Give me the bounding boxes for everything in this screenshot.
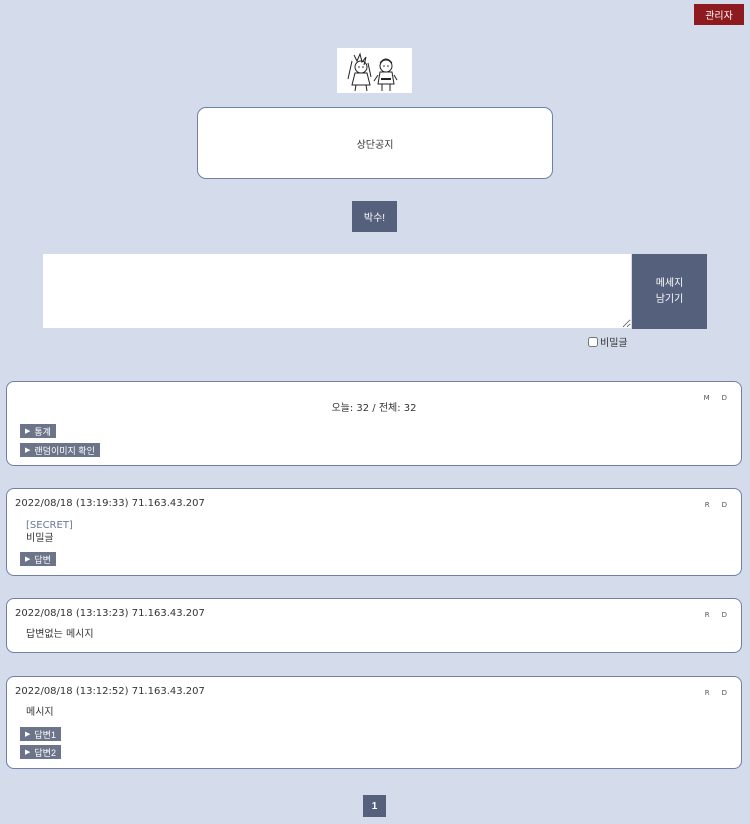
reply-action-button[interactable]: R <box>705 689 710 697</box>
delete-action-button[interactable]: D <box>722 689 727 697</box>
reply-button[interactable]: ▶ 답변1 <box>20 727 61 741</box>
triangle-right-icon: ▶ <box>25 556 31 563</box>
stats-button-label: 통계 <box>34 426 51 437</box>
stats-actions: M D <box>704 394 727 402</box>
delete-button[interactable]: D <box>722 394 727 402</box>
secret-checkbox-label: 비밀글 <box>600 338 628 349</box>
top-notice: 상단공지 <box>197 107 553 179</box>
delete-action-button[interactable]: D <box>722 501 727 509</box>
message-card: 2022/08/18 (13:19:33) 71.163.43.207 R D … <box>6 488 742 576</box>
message-actions: R D <box>705 611 727 619</box>
submit-label-line2: 남기기 <box>655 293 684 305</box>
stats-card: 오늘: 32 / 전체: 32 M D ▶ 통계 ▶ 랜덤이미지 확인 <box>6 381 742 466</box>
visitor-count: 오늘: 32 / 전체: 32 <box>331 403 417 414</box>
triangle-right-icon: ▶ <box>25 731 31 738</box>
random-image-button[interactable]: ▶ 랜덤이미지 확인 <box>20 443 100 457</box>
clap-button[interactable]: 박수! <box>352 201 397 232</box>
reply-button-label: 답변1 <box>34 729 56 740</box>
message-card: 2022/08/18 (13:12:52) 71.163.43.207 R D … <box>6 676 742 769</box>
character-illustration-icon <box>347 51 397 91</box>
secret-option[interactable]: 비밀글 <box>588 335 628 349</box>
stats-button[interactable]: ▶ 통계 <box>20 424 56 438</box>
page-button-current[interactable]: 1 <box>363 795 386 817</box>
logo-image <box>337 48 412 93</box>
admin-button[interactable]: 관리자 <box>694 4 744 25</box>
triangle-right-icon: ▶ <box>25 749 31 756</box>
delete-action-button[interactable]: D <box>722 611 727 619</box>
message-actions: R D <box>705 501 727 509</box>
triangle-right-icon: ▶ <box>25 428 31 435</box>
message-body: 답변없는 메시지 <box>26 628 94 641</box>
message-text: 답변없는 메시지 <box>26 629 94 640</box>
message-actions: R D <box>705 689 727 697</box>
message-text: 메시지 <box>26 707 54 718</box>
submit-message-button[interactable]: 메세지 남기기 <box>632 254 707 329</box>
manage-button[interactable]: M <box>704 394 710 402</box>
reply-button-label: 답변 <box>34 554 51 565</box>
message-body: [SECRET] 비밀글 <box>26 519 73 545</box>
reply-action-button[interactable]: R <box>705 501 710 509</box>
submit-label-line1: 메세지 <box>655 277 684 289</box>
reply-button-label: 답변2 <box>34 747 56 758</box>
message-date: 2022/08/18 (13:12:52) 71.163.43.207 <box>15 686 205 697</box>
reply-button[interactable]: ▶ 답변 <box>20 552 56 566</box>
random-image-button-label: 랜덤이미지 확인 <box>34 445 95 456</box>
secret-checkbox[interactable] <box>588 336 598 347</box>
message-card: 2022/08/18 (13:13:23) 71.163.43.207 R D … <box>6 598 742 653</box>
message-text: 비밀글 <box>26 533 54 544</box>
message-input[interactable] <box>43 254 631 328</box>
reply-button[interactable]: ▶ 답변2 <box>20 745 61 759</box>
notice-text: 상단공지 <box>356 139 394 151</box>
message-body: 메시지 <box>26 706 54 719</box>
message-date: 2022/08/18 (13:19:33) 71.163.43.207 <box>15 498 205 509</box>
secret-tag: [SECRET] <box>26 520 73 531</box>
message-date: 2022/08/18 (13:13:23) 71.163.43.207 <box>15 608 205 619</box>
triangle-right-icon: ▶ <box>25 447 31 454</box>
reply-action-button[interactable]: R <box>705 611 710 619</box>
